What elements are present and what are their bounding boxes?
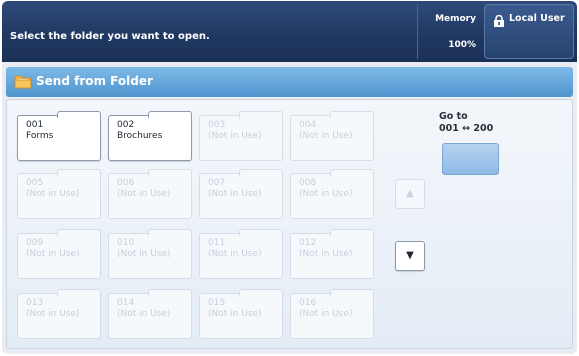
folder-name: (Not in Use) bbox=[299, 309, 353, 319]
folder-007-button: 007 (Not in Use) bbox=[199, 169, 283, 219]
folder-016-button: 016 (Not in Use) bbox=[290, 289, 374, 339]
folder-tab bbox=[330, 229, 374, 236]
folder-name: Forms bbox=[26, 131, 54, 141]
chevron-up-icon: ▲ bbox=[406, 188, 414, 199]
memory-value: 100% bbox=[448, 40, 476, 50]
folder-number: 001 bbox=[26, 120, 44, 130]
folder-005-button: 005 (Not in Use) bbox=[17, 169, 101, 219]
folder-number: 007 bbox=[208, 178, 226, 188]
goto-number-button[interactable] bbox=[442, 143, 499, 175]
folder-003-button: 003 (Not in Use) bbox=[199, 111, 283, 161]
folder-number: 002 bbox=[117, 120, 135, 130]
folder-number: 009 bbox=[26, 238, 44, 248]
folder-015-button: 015 (Not in Use) bbox=[199, 289, 283, 339]
folder-tab bbox=[148, 111, 192, 118]
folder-number: 010 bbox=[117, 238, 135, 248]
folder-number: 012 bbox=[299, 238, 317, 248]
folder-tab bbox=[330, 169, 374, 176]
folder-tab bbox=[57, 111, 101, 118]
folder-002-button[interactable]: 002 Brochures bbox=[108, 111, 192, 161]
goto-label-line1: Go to bbox=[439, 111, 468, 122]
folder-number: 016 bbox=[299, 298, 317, 308]
status-bar: Select the folder you want to open. Memo… bbox=[2, 1, 577, 62]
scroll-down-button[interactable]: ▼ bbox=[395, 241, 425, 271]
screen-title-bar: Send from Folder bbox=[6, 67, 573, 97]
memory-indicator: Memory 100% bbox=[417, 4, 482, 59]
folder-010-button: 010 (Not in Use) bbox=[108, 229, 192, 279]
folder-name: (Not in Use) bbox=[117, 249, 171, 259]
folder-tab bbox=[239, 169, 283, 176]
instruction-message: Select the folder you want to open. bbox=[10, 31, 210, 42]
scroll-up-button: ▲ bbox=[395, 179, 425, 209]
folder-008-button: 008 (Not in Use) bbox=[290, 169, 374, 219]
folder-number: 006 bbox=[117, 178, 135, 188]
folder-number: 003 bbox=[208, 120, 226, 130]
folder-number: 011 bbox=[208, 238, 226, 248]
local-user-button[interactable]: Local User bbox=[484, 4, 574, 59]
folder-name: (Not in Use) bbox=[208, 131, 262, 141]
folder-name: (Not in Use) bbox=[299, 131, 353, 141]
goto-label-line2: 001 ↔ 200 bbox=[439, 123, 494, 134]
folder-013-button: 013 (Not in Use) bbox=[17, 289, 101, 339]
folder-012-button: 012 (Not in Use) bbox=[290, 229, 374, 279]
folder-name: (Not in Use) bbox=[208, 189, 262, 199]
folder-name: (Not in Use) bbox=[299, 249, 353, 259]
folder-number: 014 bbox=[117, 298, 135, 308]
folder-tab bbox=[239, 111, 283, 118]
folder-name: (Not in Use) bbox=[26, 249, 80, 259]
folder-name: (Not in Use) bbox=[208, 249, 262, 259]
folder-name: (Not in Use) bbox=[26, 189, 80, 199]
folder-tab bbox=[148, 289, 192, 296]
folder-tab bbox=[148, 169, 192, 176]
folder-name: (Not in Use) bbox=[208, 309, 262, 319]
folder-name: (Not in Use) bbox=[26, 309, 80, 319]
folder-icon bbox=[14, 75, 32, 89]
folder-number: 008 bbox=[299, 178, 317, 188]
folder-014-button: 014 (Not in Use) bbox=[108, 289, 192, 339]
folder-tab bbox=[239, 229, 283, 236]
folder-009-button: 009 (Not in Use) bbox=[17, 229, 101, 279]
user-lock-icon bbox=[494, 15, 504, 27]
goto-label: Go to 001 ↔ 200 bbox=[439, 111, 493, 135]
folder-tab bbox=[330, 289, 374, 296]
folder-name: (Not in Use) bbox=[299, 189, 353, 199]
folder-004-button: 004 (Not in Use) bbox=[290, 111, 374, 161]
folder-number: 013 bbox=[26, 298, 44, 308]
folder-name: Brochures bbox=[117, 131, 163, 141]
memory-label: Memory bbox=[435, 14, 476, 24]
folder-tab bbox=[57, 229, 101, 236]
local-user-label: Local User bbox=[509, 13, 565, 24]
folder-name: (Not in Use) bbox=[117, 189, 171, 199]
screen-title: Send from Folder bbox=[36, 74, 153, 88]
folder-011-button: 011 (Not in Use) bbox=[199, 229, 283, 279]
folder-006-button: 006 (Not in Use) bbox=[108, 169, 192, 219]
folder-number: 015 bbox=[208, 298, 226, 308]
folder-tab bbox=[330, 111, 374, 118]
folder-001-button[interactable]: 001 Forms bbox=[17, 111, 101, 161]
folder-tab bbox=[239, 289, 283, 296]
folder-number: 004 bbox=[299, 120, 317, 130]
folder-tab bbox=[57, 169, 101, 176]
folder-tab bbox=[57, 289, 101, 296]
folder-tab bbox=[148, 229, 192, 236]
folder-name: (Not in Use) bbox=[117, 309, 171, 319]
chevron-down-icon: ▼ bbox=[406, 250, 414, 261]
folder-number: 005 bbox=[26, 178, 44, 188]
screen-frame: Select the folder you want to open. Memo… bbox=[2, 1, 577, 354]
